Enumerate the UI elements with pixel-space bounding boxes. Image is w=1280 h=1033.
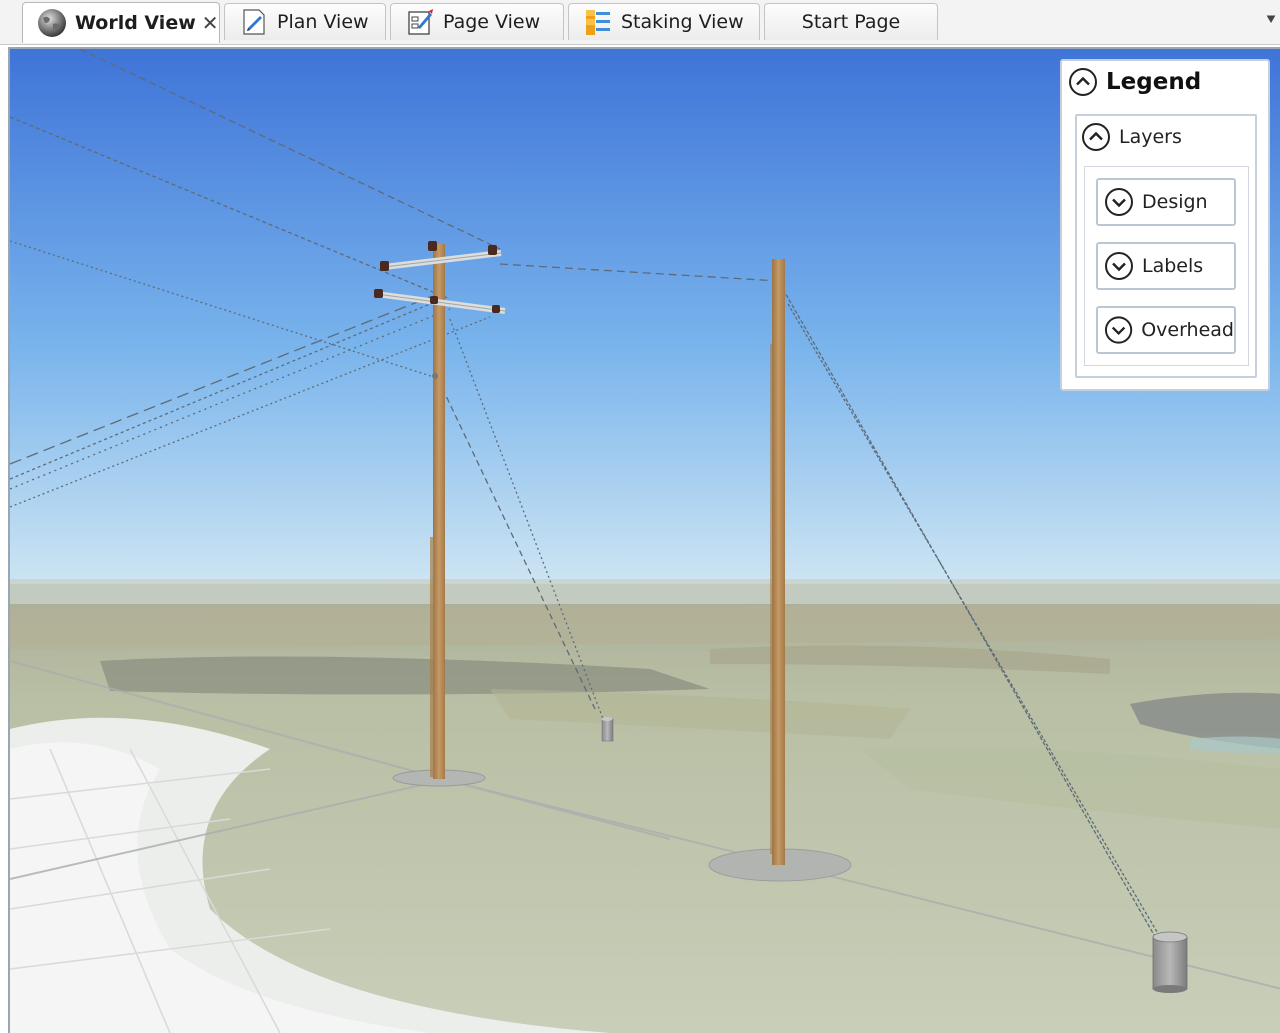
layer-label: Labels (1142, 255, 1204, 277)
layers-group: Layers Design Labels Overhead (1075, 114, 1257, 378)
tab-label: Page View (443, 11, 541, 33)
layers-title: Layers (1119, 126, 1182, 148)
tab-staking-view[interactable]: Staking View (568, 3, 760, 40)
tab-plan-view[interactable]: Plan View (224, 3, 386, 40)
guy-anchor-1[interactable] (601, 717, 614, 742)
tab-label: Plan View (277, 11, 369, 33)
chevron-up-circle-icon[interactable] (1068, 67, 1098, 97)
legend-panel: Legend Layers Design Labels Overhead (1060, 59, 1270, 391)
layer-label: Overhead (1141, 319, 1234, 341)
plan-document-icon (243, 9, 265, 35)
tab-page-view[interactable]: Page View (390, 3, 564, 40)
layer-labels-button[interactable]: Labels (1096, 242, 1236, 290)
close-icon[interactable]: ✕ (202, 11, 219, 35)
layer-design-button[interactable]: Design (1096, 178, 1236, 226)
tab-label: Staking View (621, 11, 744, 33)
tab-world-view[interactable]: World View ✕ (22, 2, 220, 43)
layers-list: Design Labels Overhead (1084, 166, 1249, 366)
tab-overflow-dropdown-icon[interactable]: ⯆ (1264, 10, 1278, 30)
chevron-up-circle-icon[interactable] (1081, 122, 1111, 152)
guy-anchor-2[interactable] (1152, 931, 1188, 993)
document-tab-strip: World View ✕ Plan View Page View Staking… (0, 0, 1280, 45)
layer-label: Design (1142, 191, 1208, 213)
legend-header[interactable]: Legend (1068, 67, 1201, 97)
chevron-down-circle-icon (1105, 252, 1133, 280)
tab-label: Start Page (801, 11, 901, 33)
horizon-haze (10, 579, 1280, 604)
legend-title: Legend (1106, 69, 1202, 95)
chevron-down-circle-icon (1105, 188, 1133, 216)
staking-list-icon (586, 10, 610, 35)
layers-header[interactable]: Layers (1081, 122, 1182, 152)
globe-icon (38, 9, 66, 37)
tab-overflow-glyph: ⯆ (1264, 10, 1278, 29)
tab-start-page[interactable]: Start Page (764, 3, 938, 40)
layer-overhead-button[interactable]: Overhead (1096, 306, 1236, 354)
tab-label: World View (75, 12, 196, 34)
chevron-down-circle-icon (1104, 316, 1133, 344)
page-edit-icon (408, 9, 433, 35)
